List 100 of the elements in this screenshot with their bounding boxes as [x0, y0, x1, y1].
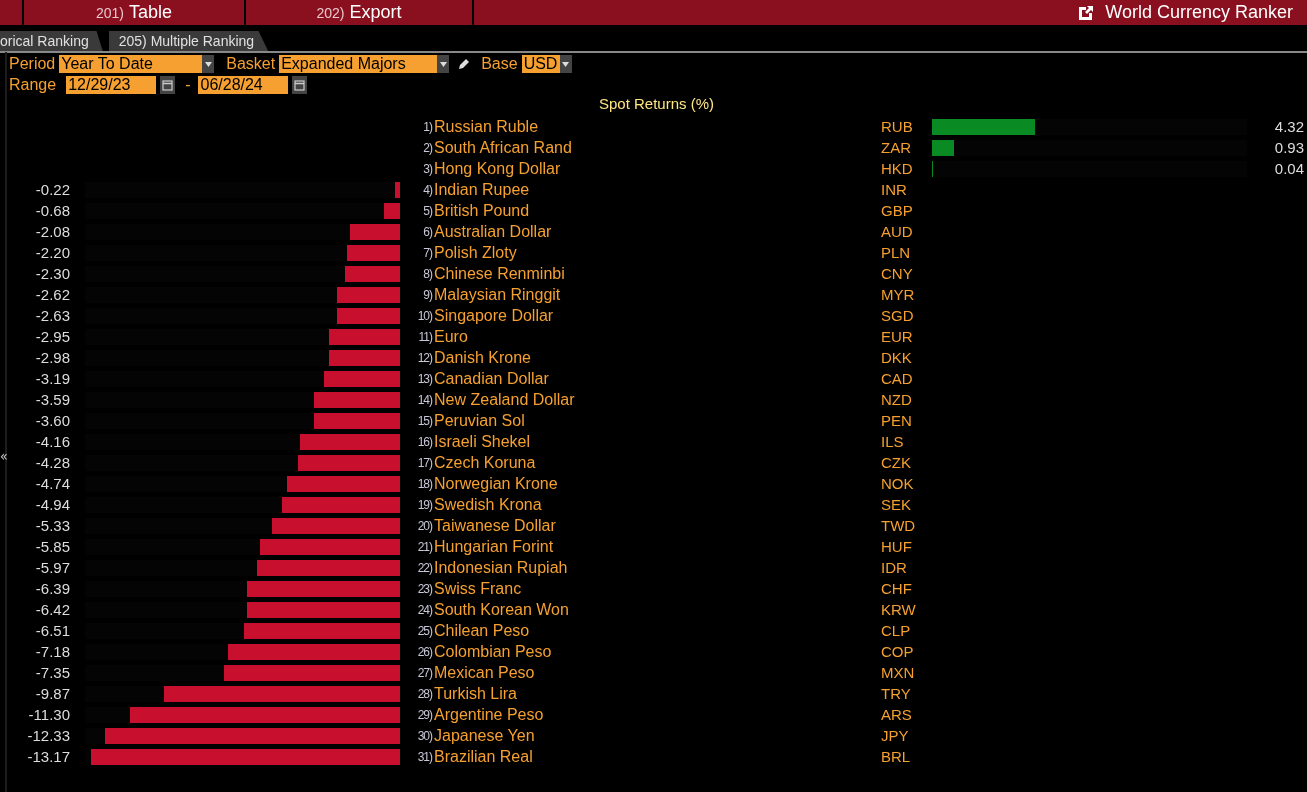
- tab[interactable]: orical Ranking: [0, 31, 103, 51]
- rank-number: 22): [417, 560, 432, 575]
- return-value: -11.30: [28, 706, 70, 723]
- return-value: -0.68: [35, 202, 70, 219]
- tab[interactable]: 205) Multiple Ranking: [108, 31, 269, 51]
- calendar-icon[interactable]: [160, 76, 176, 94]
- currency-name[interactable]: South Korean Won: [434, 600, 881, 619]
- currency-name[interactable]: Indonesian Rupiah: [434, 558, 881, 577]
- header-segment: [0, 0, 22, 25]
- export-button[interactable]: 202) Export: [246, 0, 472, 25]
- return-value: -7.18: [35, 643, 70, 660]
- pencil-icon[interactable]: [457, 57, 472, 71]
- currency-name[interactable]: Japanese Yen: [434, 726, 881, 745]
- return-value: 0.04: [1274, 160, 1304, 177]
- collapse-arrow[interactable]: «: [0, 448, 8, 464]
- currency-name[interactable]: Brazilian Real: [434, 747, 881, 766]
- currency-code: ARS: [881, 706, 913, 723]
- external-link-icon[interactable]: [1077, 3, 1096, 22]
- rank-number: 28): [417, 686, 432, 701]
- currency-name[interactable]: Malaysian Ringgit: [434, 285, 881, 304]
- currency-name[interactable]: New Zealand Dollar: [434, 390, 881, 409]
- currency-code: RUB: [881, 118, 914, 135]
- date-field[interactable]: 12/29/23: [66, 76, 157, 94]
- currency-code: BRL: [881, 748, 912, 765]
- rank-number: 1): [423, 119, 432, 134]
- currency-name[interactable]: Russian Ruble: [434, 117, 881, 136]
- return-value: -2.98: [35, 349, 70, 366]
- basket-field[interactable]: Expanded Majors: [279, 55, 450, 73]
- currency-name[interactable]: Swiss Franc: [434, 579, 881, 598]
- currency-name[interactable]: Chilean Peso: [434, 621, 881, 640]
- currency-name[interactable]: Hungarian Forint: [434, 537, 881, 556]
- return-value: -7.35: [35, 664, 70, 681]
- calendar-icon[interactable]: [292, 76, 308, 94]
- rank-number: 3): [423, 161, 432, 176]
- date-field[interactable]: 06/28/24: [198, 76, 289, 94]
- table-button[interactable]: 201) Table: [24, 0, 244, 25]
- return-value: -6.51: [35, 622, 70, 639]
- return-value: -4.16: [35, 433, 70, 450]
- currency-name[interactable]: Australian Dollar: [434, 222, 881, 241]
- currency-name[interactable]: Singapore Dollar: [434, 306, 881, 325]
- currency-name[interactable]: Peruvian Sol: [434, 411, 881, 430]
- dropdown-button[interactable]: [437, 55, 450, 73]
- currency-code: GBP: [881, 202, 914, 219]
- currency-name[interactable]: Argentine Peso: [434, 705, 881, 724]
- currency-name[interactable]: Czech Koruna: [434, 453, 881, 472]
- currency-name[interactable]: Swedish Krona: [434, 495, 881, 514]
- return-value: -4.94: [35, 496, 70, 513]
- return-value: -0.22: [35, 181, 70, 198]
- currency-name[interactable]: Indian Rupee: [434, 180, 881, 199]
- currency-code: NOK: [881, 475, 915, 492]
- currency-name[interactable]: Canadian Dollar: [434, 369, 881, 388]
- currency-name[interactable]: Polish Zloty: [434, 243, 881, 262]
- currency-name[interactable]: South African Rand: [434, 138, 881, 157]
- currency-name[interactable]: Chinese Renminbi: [434, 264, 881, 283]
- currency-name[interactable]: Israeli Shekel: [434, 432, 881, 451]
- field-label: Basket: [226, 55, 276, 73]
- currency-code: CHF: [881, 580, 913, 597]
- currency-code: DKK: [881, 349, 913, 366]
- rank-number: 24): [417, 602, 432, 617]
- currency-name[interactable]: Colombian Peso: [434, 642, 881, 661]
- return-value: -2.62: [35, 286, 70, 303]
- return-value: -5.33: [35, 517, 70, 534]
- currency-code: NZD: [881, 391, 913, 408]
- dropdown-button[interactable]: [559, 55, 572, 73]
- currency-name[interactable]: Hong Kong Dollar: [434, 159, 881, 178]
- currency-code: PEN: [881, 412, 913, 429]
- currency-name[interactable]: Taiwanese Dollar: [434, 516, 881, 535]
- rank-number: 25): [417, 623, 432, 638]
- return-value: 4.32: [1274, 118, 1304, 135]
- caret-icon: [562, 61, 570, 67]
- return-value: -3.59: [35, 391, 70, 408]
- currency-name[interactable]: Turkish Lira: [434, 684, 881, 703]
- currency-name[interactable]: Mexican Peso: [434, 663, 881, 682]
- rank-number: 21): [417, 539, 432, 554]
- currency-code: TRY: [881, 685, 912, 702]
- currency-code: TWD: [881, 517, 917, 534]
- rank-number: 13): [417, 371, 432, 386]
- return-value: -12.33: [27, 727, 70, 744]
- return-value: -9.87: [35, 685, 70, 702]
- currency-name[interactable]: Danish Krone: [434, 348, 881, 367]
- currency-code: CNY: [881, 265, 914, 282]
- currency-name[interactable]: Norwegian Krone: [434, 474, 881, 493]
- rank-number: 31): [417, 749, 432, 764]
- rank-number: 9): [423, 287, 432, 302]
- rank-number: 15): [417, 413, 432, 428]
- rank-number: 14): [417, 392, 432, 407]
- currency-code: ILS: [881, 433, 905, 450]
- currency-name[interactable]: British Pound: [434, 201, 881, 220]
- field-label: Range: [9, 76, 57, 94]
- currency-code: SEK: [881, 496, 912, 513]
- return-value: -6.42: [35, 601, 70, 618]
- currency-name[interactable]: Euro: [434, 327, 881, 346]
- currency-code: MYR: [881, 286, 916, 303]
- period-field[interactable]: Year To Date: [59, 55, 215, 73]
- rank-number: 10): [417, 308, 432, 323]
- dropdown-button[interactable]: [202, 55, 215, 73]
- base-field[interactable]: USD: [521, 55, 572, 73]
- rank-number: 23): [417, 581, 432, 596]
- chart-title: Spot Returns (%): [597, 95, 715, 114]
- currency-code: CLP: [881, 622, 912, 639]
